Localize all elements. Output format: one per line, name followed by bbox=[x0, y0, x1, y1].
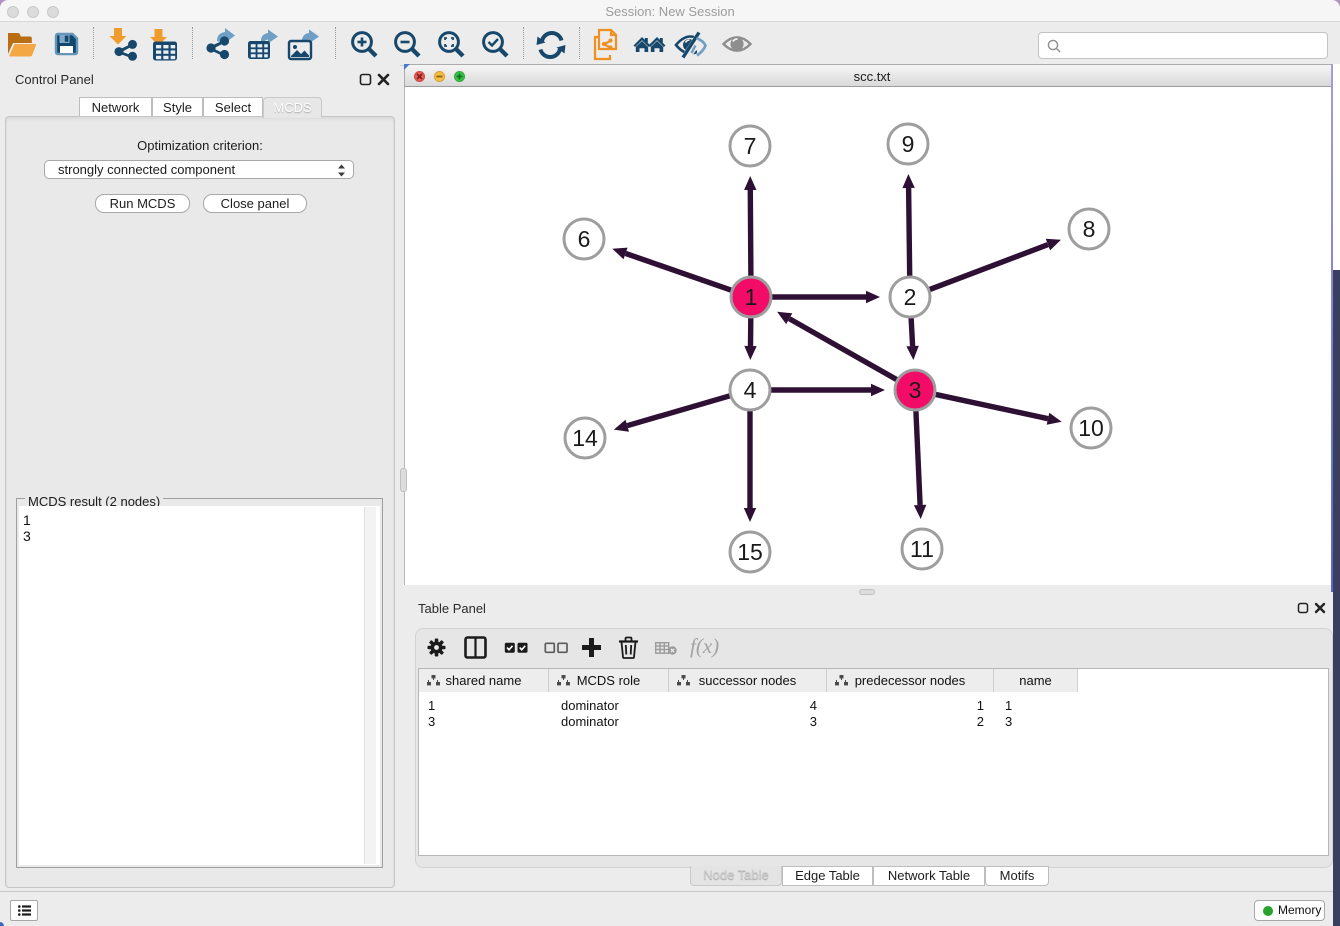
svg-text:10: 10 bbox=[1078, 415, 1104, 441]
svg-text:6: 6 bbox=[578, 226, 591, 252]
svg-text:3: 3 bbox=[909, 377, 922, 403]
svg-text:14: 14 bbox=[572, 425, 598, 451]
svg-text:9: 9 bbox=[902, 131, 915, 157]
svg-text:8: 8 bbox=[1083, 216, 1096, 242]
svg-text:11: 11 bbox=[910, 536, 934, 562]
svg-text:7: 7 bbox=[744, 133, 757, 159]
svg-text:4: 4 bbox=[744, 377, 757, 403]
svg-text:15: 15 bbox=[737, 539, 763, 565]
svg-text:2: 2 bbox=[904, 284, 917, 310]
svg-text:1: 1 bbox=[745, 284, 758, 310]
